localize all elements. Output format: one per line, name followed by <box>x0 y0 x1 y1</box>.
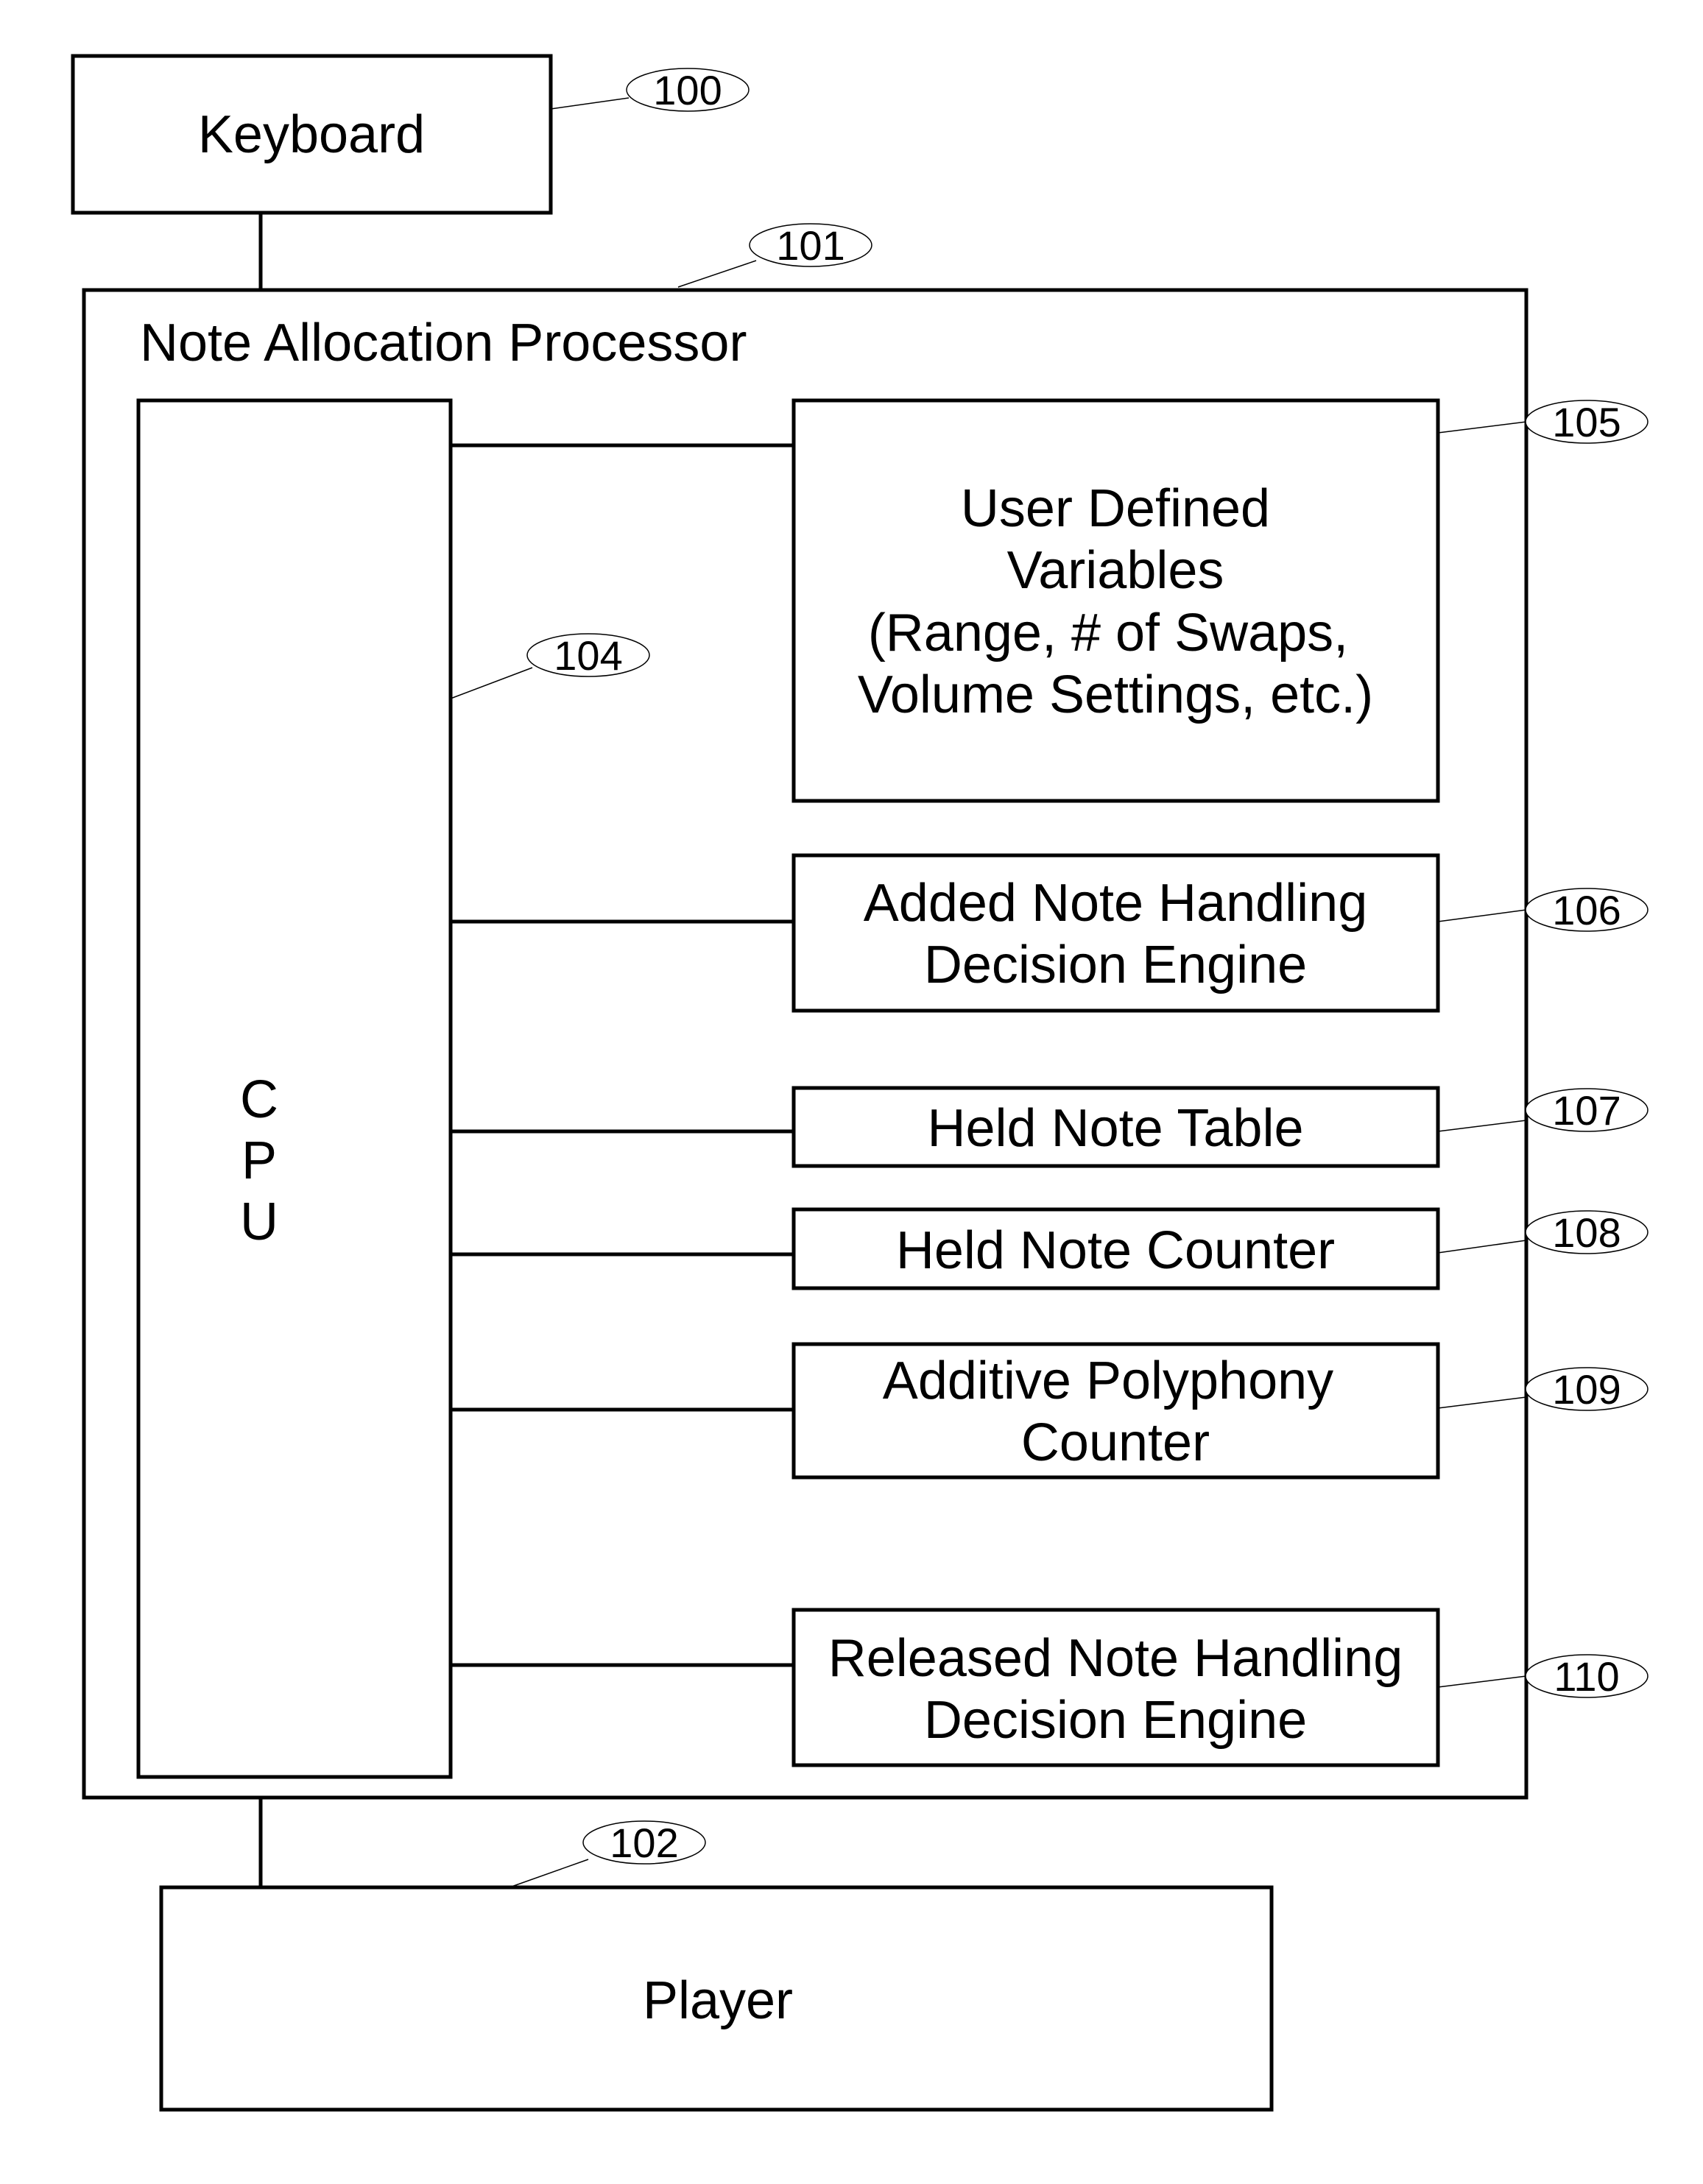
leader-100 <box>550 97 630 110</box>
held-note-counter-block: Held Note Counter <box>791 1207 1440 1290</box>
cpu-box <box>136 398 453 1779</box>
ref-callout-100: 100 <box>626 67 750 113</box>
cpu-letter: C <box>240 1070 278 1129</box>
module-text-line: Volume Settings, etc.) <box>858 665 1373 724</box>
ref-number: 101 <box>776 222 845 269</box>
cpu-letter: P <box>241 1131 277 1190</box>
cpu-block: C P U <box>136 398 453 1779</box>
held-note-table-block: Held Note Table <box>791 1086 1440 1168</box>
leader-101 <box>677 260 757 288</box>
ref-number: 102 <box>610 1820 678 1866</box>
ref-callout-109: 109 <box>1525 1366 1649 1413</box>
module-text-line: Released Note Handling <box>828 1629 1403 1688</box>
keyboard-label: Keyboard <box>198 105 425 164</box>
player-block: Player <box>159 1885 1274 2112</box>
module-text-line: Held Note Table <box>928 1099 1304 1158</box>
ref-callout-110: 110 <box>1525 1653 1649 1700</box>
user-defined-variables-block: User Defined Variables (Range, # of Swap… <box>791 398 1440 803</box>
added-note-handling-block: Added Note Handling Decision Engine <box>791 853 1440 1013</box>
released-note-handling-block: Released Note Handling Decision Engine <box>791 1608 1440 1767</box>
ref-number: 100 <box>653 67 722 113</box>
ref-number: 107 <box>1552 1087 1621 1134</box>
module-box <box>791 398 1440 803</box>
module-text-line: Added Note Handling <box>864 874 1368 933</box>
ref-callout-106: 106 <box>1525 887 1649 933</box>
ref-number: 105 <box>1552 399 1621 445</box>
ref-number: 108 <box>1552 1209 1621 1256</box>
block-diagram: Keyboard 100 Note Allocation Processor 1… <box>71 54 1649 2112</box>
player-label: Player <box>643 1971 793 2030</box>
keyboard-block: Keyboard <box>71 54 553 215</box>
module-text-line: Counter <box>1021 1413 1210 1472</box>
leader-102 <box>509 1859 589 1888</box>
module-text-line: Variables <box>1007 541 1224 600</box>
ref-number: 110 <box>1554 1653 1619 1700</box>
processor-label: Note Allocation Processor <box>140 314 747 372</box>
ref-callout-108: 108 <box>1525 1209 1649 1256</box>
ref-number: 104 <box>554 632 622 679</box>
module-text-line: Decision Engine <box>924 1691 1307 1750</box>
additive-polyphony-counter-block: Additive Polyphony Counter <box>791 1342 1440 1480</box>
ref-number: 106 <box>1552 887 1621 933</box>
module-text-line: User Defined <box>961 479 1270 538</box>
cpu-letter: U <box>240 1192 278 1251</box>
ref-callout-101: 101 <box>749 222 872 269</box>
ref-callout-102: 102 <box>582 1820 706 1866</box>
ref-number: 109 <box>1552 1366 1621 1413</box>
module-text-line: (Range, # of Swaps, <box>868 604 1348 662</box>
ref-callout-107: 107 <box>1525 1087 1649 1134</box>
module-text-line: Held Note Counter <box>896 1221 1335 1280</box>
ref-callout-105: 105 <box>1525 399 1649 445</box>
module-text-line: Decision Engine <box>924 936 1307 994</box>
module-text-line: Additive Polyphony <box>883 1351 1333 1410</box>
